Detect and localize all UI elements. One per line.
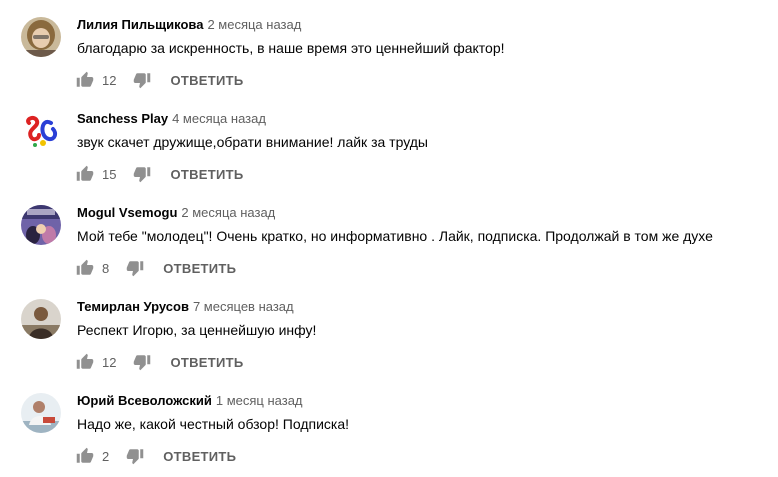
comment-time[interactable]: 2 месяца назад — [207, 17, 301, 32]
comment-actions: 12 ОТВЕТИТЬ — [76, 350, 244, 374]
like-count: 12 — [102, 72, 117, 88]
reply-button[interactable]: ОТВЕТИТЬ — [170, 73, 243, 88]
comment-text: Надо же, какой честный обзор! Подписка! — [77, 416, 349, 432]
comment-author[interactable]: Sanchess Play — [77, 111, 168, 126]
comment-item: Sanchess Play 4 месяца назад звук скачет … — [0, 94, 778, 188]
thumb-down-icon[interactable] — [126, 259, 144, 277]
like-count: 8 — [102, 260, 110, 276]
thumb-up-icon[interactable] — [76, 165, 94, 183]
comment-time[interactable]: 4 месяца назад — [172, 111, 266, 126]
comment-actions: 12 ОТВЕТИТЬ — [76, 68, 244, 92]
comment-time[interactable]: 2 месяца назад — [181, 205, 275, 220]
comment-text: Респект Игорю, за ценнейшую инфу! — [77, 322, 317, 338]
thumb-up-icon[interactable] — [76, 71, 94, 89]
comment-text: звук скачет дружище,обрати внимание! лай… — [77, 134, 428, 150]
reply-button[interactable]: ОТВЕТИТЬ — [170, 167, 243, 182]
comment-author[interactable]: Mogul Vsemogu — [77, 205, 177, 220]
like-count: 12 — [102, 354, 117, 370]
comment-time[interactable]: 7 месяцев назад — [193, 299, 294, 314]
comment-text: Мой тебе "молодец"! Очень кратко, но инф… — [77, 228, 713, 244]
thumb-down-icon[interactable] — [133, 71, 151, 89]
thumb-up-icon[interactable] — [76, 259, 94, 277]
comment-item: Лилия Пильщикова 2 месяца назад благодарю… — [0, 0, 778, 94]
avatar[interactable] — [21, 393, 61, 433]
comment-author[interactable]: Лилия Пильщикова — [77, 17, 203, 32]
comment-actions: 8 ОТВЕТИТЬ — [76, 256, 236, 280]
avatar[interactable] — [21, 17, 61, 57]
thumb-down-icon[interactable] — [133, 165, 151, 183]
reply-button[interactable]: ОТВЕТИТЬ — [163, 261, 236, 276]
avatar[interactable] — [21, 299, 61, 339]
comment-item: Юрий Всеволожский 1 месяц назад Надо же, … — [0, 376, 778, 470]
comment-author[interactable]: Юрий Всеволожский — [77, 393, 212, 408]
comment-actions: 2 ОТВЕТИТЬ — [76, 444, 236, 468]
comment-text: благодарю за искренность, в наше время э… — [77, 40, 505, 56]
avatar[interactable] — [21, 111, 61, 151]
comment-item: Темирлан Урусов 7 месяцев назад Респект И… — [0, 282, 778, 376]
thumb-down-icon[interactable] — [133, 353, 151, 371]
comment-author[interactable]: Темирлан Урусов — [77, 299, 189, 314]
like-count: 15 — [102, 166, 117, 182]
thumb-up-icon[interactable] — [76, 353, 94, 371]
comment-time[interactable]: 1 месяц назад — [216, 393, 303, 408]
like-count: 2 — [102, 448, 110, 464]
avatar[interactable] — [21, 205, 61, 245]
comment-actions: 15 ОТВЕТИТЬ — [76, 162, 244, 186]
reply-button[interactable]: ОТВЕТИТЬ — [163, 449, 236, 464]
thumb-up-icon[interactable] — [76, 447, 94, 465]
thumb-down-icon[interactable] — [126, 447, 144, 465]
comment-item: Mogul Vsemogu 2 месяца назад Мой тебе "мо… — [0, 188, 778, 282]
reply-button[interactable]: ОТВЕТИТЬ — [170, 355, 243, 370]
